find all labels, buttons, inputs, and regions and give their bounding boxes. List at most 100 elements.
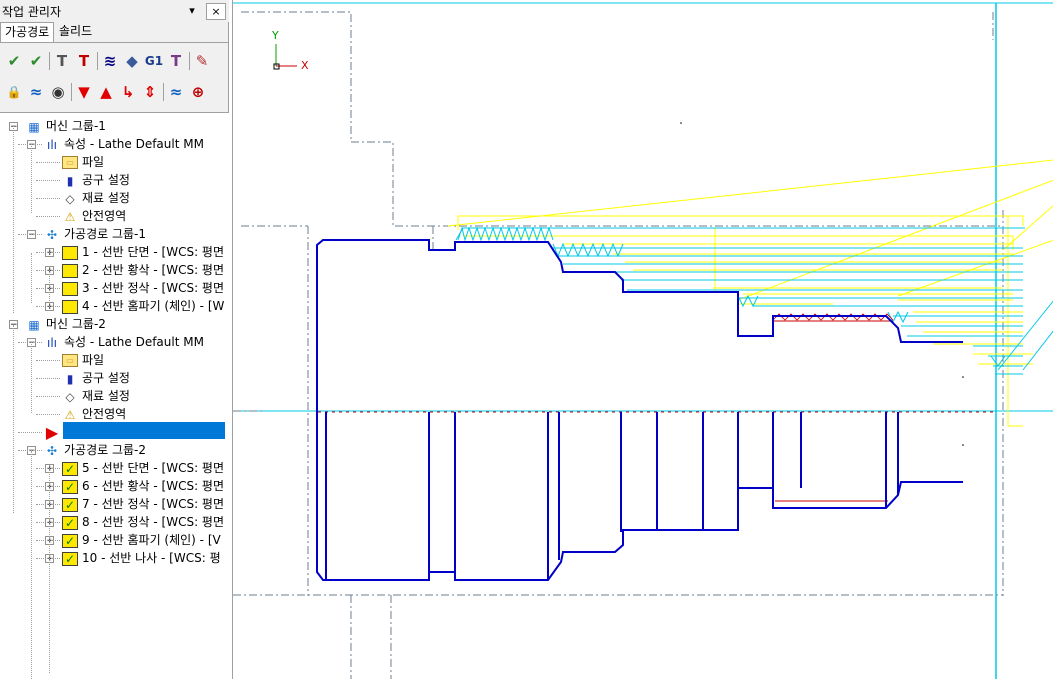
tree-node[interactable]: ◇ 재료 설정: [62, 189, 130, 207]
graphics-viewport[interactable]: Y X: [232, 0, 1053, 679]
operation-checked-icon: ✓: [62, 461, 78, 476]
tab-solids[interactable]: 솔리드: [55, 22, 96, 41]
operations-tree: − − − + + + + − − − + + + + + + ▦ 머신 그룹-1 ılı 속성 - Lathe D…: [0, 112, 229, 680]
insert-arrow-selection[interactable]: [63, 422, 225, 439]
tree-node-label: 8 - 선반 정삭 - [WCS: 평면: [82, 515, 225, 529]
tree-node-label: 머신 그룹-1: [46, 119, 106, 133]
tree-node-label: 2 - 선반 황삭 - [WCS: 평면: [82, 263, 225, 277]
tree-node[interactable]: ▦ 머신 그룹-2: [26, 315, 106, 333]
tree-node[interactable]: ▭ 파일: [62, 153, 104, 171]
show-toolpath-icon[interactable]: ≈: [166, 81, 186, 103]
panel-tabs: 가공경로 솔리드: [0, 22, 229, 43]
select-all-ops-icon[interactable]: ✔: [4, 50, 24, 72]
panel-title: 작업 관리자: [2, 5, 62, 19]
post-g1-icon[interactable]: G1: [144, 50, 164, 72]
part-profile-upper: [316, 239, 963, 411]
folder-icon: ▭: [62, 156, 78, 169]
tree-node[interactable]: 4 - 선반 홈파기 (체인) - [W: [62, 297, 224, 315]
tool-settings-icon: ▮: [66, 173, 74, 188]
tree-node[interactable]: 3 - 선반 정삭 - [WCS: 평면: [62, 279, 224, 297]
tree-node-label: 7 - 선반 정삭 - [WCS: 평면: [82, 497, 225, 511]
display-toggle-icon[interactable]: ⊕: [188, 81, 208, 103]
folder-icon: ▭: [62, 354, 78, 367]
tree-node-label: 공구 설정: [82, 173, 130, 187]
tree-node[interactable]: ▮ 공구 설정: [62, 369, 130, 387]
tree-node[interactable]: ▮ 공구 설정: [62, 171, 130, 189]
tree-node[interactable]: ✓ 5 - 선반 단면 - [WCS: 평면: [62, 459, 224, 477]
properties-icon: ılı: [46, 137, 57, 152]
insert-arrow-icon: ▶: [45, 422, 59, 442]
tree-node[interactable]: 2 - 선반 황삭 - [WCS: 평면: [62, 261, 224, 279]
regen-selected-icon[interactable]: T: [52, 50, 72, 72]
safety-zone-icon: ⚠: [64, 407, 76, 422]
properties-icon: ılı: [46, 335, 57, 350]
tree-node[interactable]: ✓ 8 - 선반 정삭 - [WCS: 평면: [62, 513, 224, 531]
toolbar-separator: [189, 52, 190, 70]
tree-node-label: 속성 - Lathe Default MM: [64, 137, 204, 151]
tree-node[interactable]: ✓ 9 - 선반 홈파기 (체인) - [V: [62, 531, 221, 549]
tree-node-label: 가공경로 그룹-1: [64, 227, 147, 241]
toolpath-group-icon: ✣: [46, 227, 58, 242]
chuck-boundary: [233, 11, 1004, 679]
close-icon[interactable]: ×: [206, 3, 226, 20]
move-down-icon[interactable]: ▼: [74, 81, 94, 103]
tree-node[interactable]: ılı 속성 - Lathe Default MM: [44, 135, 204, 153]
machine-group-icon: ▦: [28, 119, 40, 134]
machine-group-icon: ▦: [28, 317, 40, 332]
axis-x-label: X: [301, 59, 309, 72]
operations-manager-panel: 작업 관리자 ▾ × 가공경로 솔리드 ✔ ✔ T T ≋ ◆ G1 T ✎ 🔒 ≈ ◉ ▼ ▲ ↳ ⇕ ≈ ⊕…: [0, 0, 229, 680]
toggle-display-icon[interactable]: ≈: [26, 81, 46, 103]
tool-settings-icon: ▮: [66, 371, 74, 386]
tree-node-label: 머신 그룹-2: [46, 317, 106, 331]
tree-node-label: 파일: [82, 155, 105, 169]
tree-node[interactable]: ılı 속성 - Lathe Default MM: [44, 333, 204, 351]
tree-node[interactable]: ✓ 10 - 선반 나사 - [WCS: 평: [62, 549, 221, 567]
tree-node[interactable]: ◇ 재료 설정: [62, 387, 130, 405]
select-dirty-ops-icon[interactable]: ✔: [26, 50, 46, 72]
highfeed-icon[interactable]: ✎: [192, 50, 212, 72]
toggle-posting-icon[interactable]: ◉: [48, 81, 68, 103]
tree-node-label: 안전영역: [82, 209, 127, 223]
scroll-icon[interactable]: ⇕: [140, 81, 160, 103]
part-profile-lower: [316, 411, 963, 581]
safety-zone-icon: ⚠: [64, 209, 76, 224]
post-output-icon[interactable]: T: [166, 50, 186, 72]
finish-toolpath: [455, 226, 1053, 375]
panel-titlebar: 작업 관리자 ▾ ×: [0, 0, 229, 22]
tree-node[interactable]: ✓ 7 - 선반 정삭 - [WCS: 평면: [62, 495, 224, 513]
tree-node[interactable]: ▶: [44, 423, 64, 441]
backplot-icon[interactable]: ≋: [100, 50, 120, 72]
operation-folder-icon: [62, 299, 78, 314]
axis-y-label: Y: [271, 29, 279, 42]
toolbar-separator: [49, 52, 50, 70]
tab-toolpaths[interactable]: 가공경로: [0, 22, 55, 42]
tree-node[interactable]: ✣ 가공경로 그룹-2: [44, 441, 146, 459]
pin-dropdown-icon[interactable]: ▾: [182, 3, 202, 20]
lock-icon[interactable]: 🔒: [4, 81, 24, 103]
tree-node-label: 속성 - Lathe Default MM: [64, 335, 204, 349]
tree-node-label: 3 - 선반 정삭 - [WCS: 평면: [82, 281, 225, 295]
operation-checked-icon: ✓: [62, 497, 78, 512]
operation-checked-icon: ✓: [62, 515, 78, 530]
tree-node-label: 6 - 선반 황삭 - [WCS: 평면: [82, 479, 225, 493]
operation-checked-icon: ✓: [62, 551, 78, 566]
tree-node[interactable]: ▭ 파일: [62, 351, 104, 369]
regen-dirty-icon[interactable]: T: [74, 50, 94, 72]
tree-node[interactable]: 1 - 선반 단면 - [WCS: 평면: [62, 243, 224, 261]
tree-node-label: 파일: [82, 353, 105, 367]
tree-node[interactable]: ⚠ 안전영역: [62, 405, 127, 423]
tree-node[interactable]: ⚠ 안전영역: [62, 207, 127, 225]
tree-node[interactable]: ▦ 머신 그룹-1: [26, 117, 106, 135]
verify-icon[interactable]: ◆: [122, 50, 142, 72]
tree-node-label: 9 - 선반 홈파기 (체인) - [V: [82, 533, 221, 547]
insert-arrow-icon[interactable]: ↳: [118, 81, 138, 103]
tree-node-label: 5 - 선반 단면 - [WCS: 평면: [82, 461, 225, 475]
tree-node[interactable]: ✣ 가공경로 그룹-1: [44, 225, 146, 243]
tree-node-label: 안전영역: [82, 407, 127, 421]
tree-node-label: 4 - 선반 홈파기 (체인) - [W: [82, 299, 225, 313]
tree-node[interactable]: ✓ 6 - 선반 황삭 - [WCS: 평면: [62, 477, 224, 495]
viewport-drawing: Y X: [233, 2, 1053, 679]
move-up-icon[interactable]: ▲: [96, 81, 116, 103]
rough-toolpath: [447, 159, 1053, 427]
tree-node-label: 가공경로 그룹-2: [64, 443, 147, 457]
